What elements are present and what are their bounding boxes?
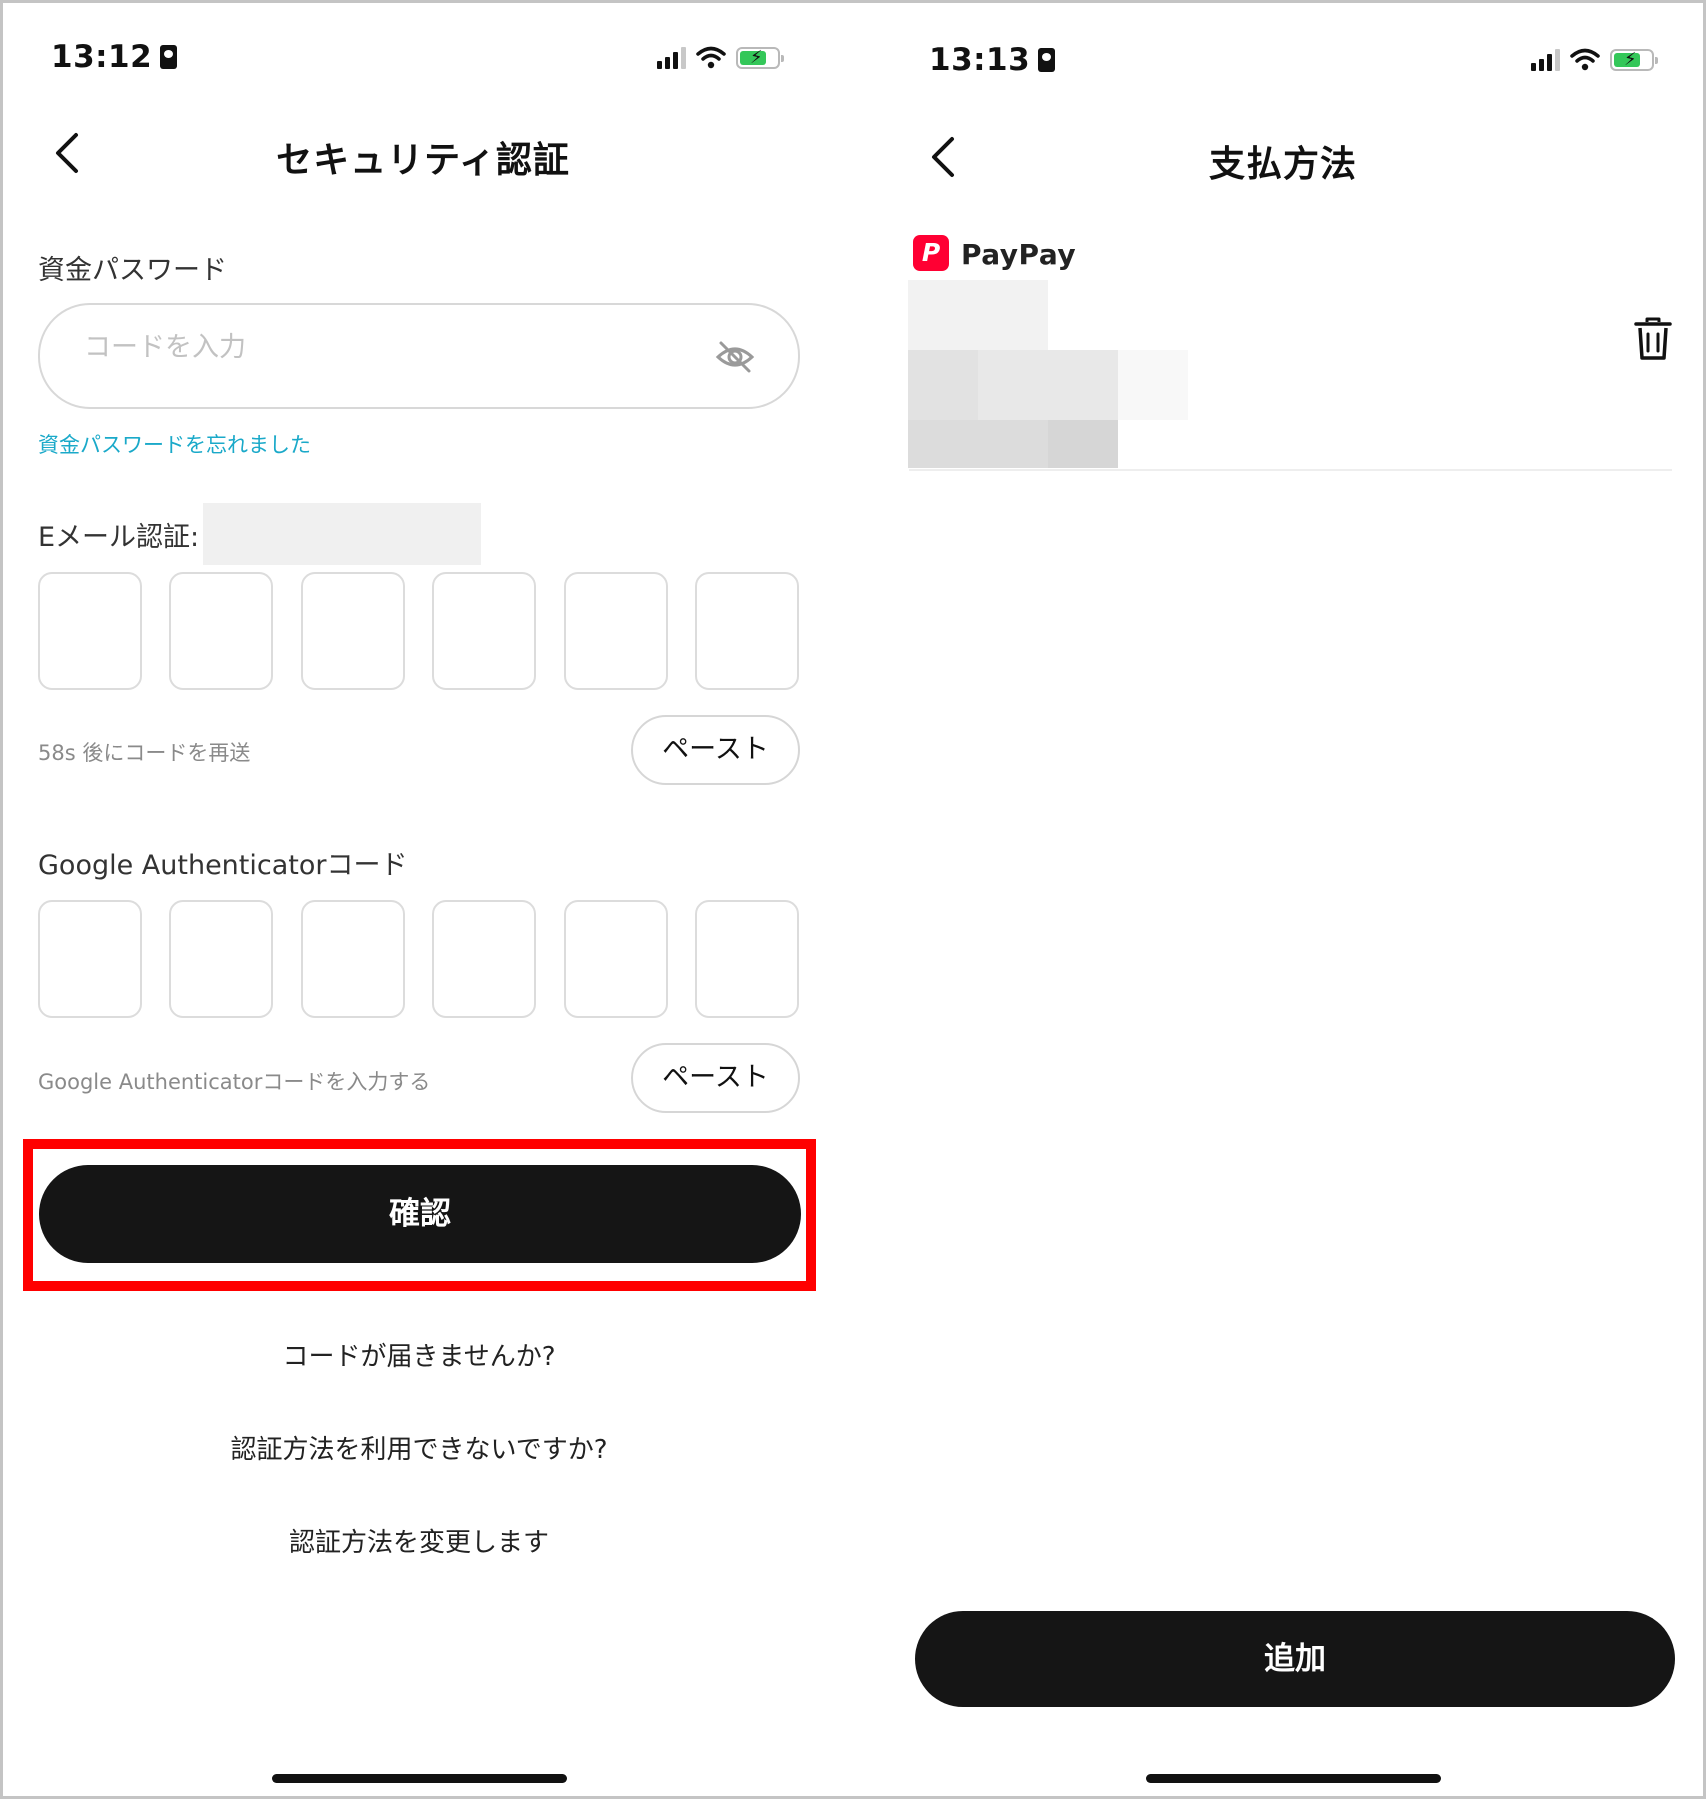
redacted-email <box>203 503 481 565</box>
email-code-box[interactable] <box>695 572 799 690</box>
back-button[interactable] <box>924 127 964 187</box>
back-button[interactable] <box>48 123 88 183</box>
eye-off-icon[interactable] <box>715 339 755 375</box>
fund-password-label: 資金パスワード <box>38 255 227 286</box>
battery-charging-icon: ⚡ <box>736 47 784 69</box>
back-chevron-icon <box>932 137 954 177</box>
email-code-box[interactable] <box>169 572 273 690</box>
status-bar-icons: ⚡ <box>657 45 784 69</box>
paypay-logo: P <box>913 235 949 271</box>
email-code-box[interactable] <box>301 572 405 690</box>
status-bar-icons: ⚡ <box>1531 47 1658 71</box>
fund-password-input[interactable] <box>82 331 686 364</box>
cant-use-method-link[interactable]: 認証方法を利用できないですか? <box>38 1429 800 1466</box>
wifi-icon <box>696 46 726 69</box>
confirm-button[interactable]: 確認 <box>39 1165 801 1263</box>
email-code-box[interactable] <box>564 572 668 690</box>
change-method-link[interactable]: 認証方法を変更します <box>38 1522 800 1559</box>
google-code-box[interactable] <box>301 900 405 1018</box>
payment-method-item[interactable]: P PayPay <box>908 235 1543 475</box>
home-indicator <box>1146 1774 1441 1783</box>
sim-card-icon <box>1038 48 1056 72</box>
payment-methods-screen: 13:13 ⚡ 支払方法 P PayPay 追加 <box>873 3 1703 1796</box>
google-code-box[interactable] <box>432 900 536 1018</box>
forgot-fund-password-link[interactable]: 資金パスワードを忘れました <box>38 429 311 459</box>
google-code-box[interactable] <box>169 900 273 1018</box>
wifi-icon <box>1570 48 1600 71</box>
page-title: セキュリティ認証 <box>276 140 570 181</box>
redacted-account-info <box>908 420 1048 468</box>
security-verification-screen: 13:12 ⚡ セキュリティ認証 資金パスワード 資金パスワードを忘れました E… <box>3 3 873 1796</box>
status-time: 13:12 <box>51 39 153 75</box>
google-code-box[interactable] <box>695 900 799 1018</box>
trash-icon[interactable] <box>1633 316 1673 362</box>
email-code-box[interactable] <box>432 572 536 690</box>
divider <box>909 469 1672 471</box>
page-title: 支払方法 <box>1208 144 1357 185</box>
redacted-account-info <box>908 350 978 420</box>
redacted-account-info <box>908 280 1048 350</box>
add-button[interactable]: 追加 <box>915 1611 1675 1707</box>
no-code-link[interactable]: コードが届きませんか? <box>38 1336 800 1373</box>
fund-password-field[interactable] <box>38 303 800 409</box>
google-paste-button[interactable]: ペースト <box>631 1043 800 1113</box>
google-code-box[interactable] <box>564 900 668 1018</box>
sim-card-icon <box>160 45 178 69</box>
google-code-box[interactable] <box>38 900 142 1018</box>
home-indicator <box>272 1774 567 1783</box>
email-code-box[interactable] <box>38 572 142 690</box>
status-bar-time: 13:12 <box>51 39 178 75</box>
status-bar-time: 13:13 <box>929 42 1056 78</box>
email-paste-button[interactable]: ペースト <box>631 715 800 785</box>
google-auth-hint: Google Authenticatorコードを入力する <box>38 1070 431 1094</box>
google-auth-label: Google Authenticatorコード <box>38 850 408 881</box>
resend-countdown[interactable]: 58s 後にコードを再送 <box>38 737 250 767</box>
redacted-account-info <box>1118 350 1188 420</box>
battery-charging-icon: ⚡ <box>1610 49 1658 71</box>
status-time: 13:13 <box>929 42 1031 78</box>
redacted-account-info <box>978 350 1118 420</box>
redacted-account-info <box>1048 420 1118 468</box>
cellular-signal-icon <box>657 47 686 69</box>
back-chevron-icon <box>56 133 78 173</box>
payment-method-name: PayPay <box>961 238 1077 271</box>
email-verification-label: Eメール認証: <box>38 522 200 553</box>
screenshot-frame: 13:12 ⚡ セキュリティ認証 資金パスワード 資金パスワードを忘れました E… <box>0 0 1706 1799</box>
cellular-signal-icon <box>1531 49 1560 71</box>
